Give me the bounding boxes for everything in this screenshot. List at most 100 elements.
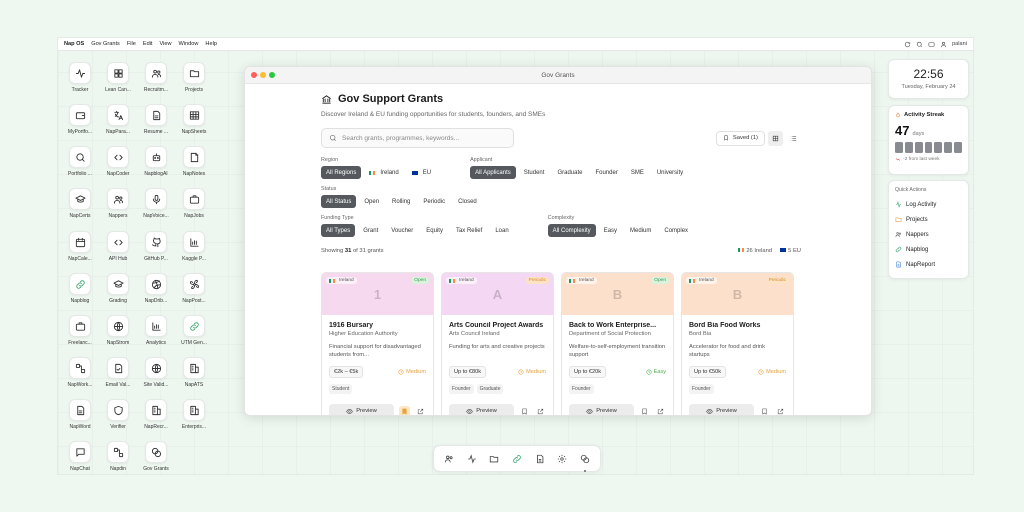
desktop-app-napvoice[interactable]: NapVoice...: [135, 188, 177, 219]
app-tile[interactable]: [183, 315, 205, 337]
filter-chip-complexity-complex[interactable]: Complex: [659, 224, 693, 237]
app-tile[interactable]: [107, 231, 129, 253]
app-tile[interactable]: [107, 441, 129, 463]
desktop-app-enterpris[interactable]: Enterpris...: [173, 399, 215, 430]
filter-chip-funding-type-equity[interactable]: Equity: [421, 224, 448, 237]
preview-button[interactable]: Preview: [569, 404, 634, 415]
bookmark-button[interactable]: [399, 405, 410, 415]
grant-card[interactable]: Ireland Periodic A Arts Council Project Awa…: [441, 272, 554, 416]
dock-nappers[interactable]: [441, 451, 457, 467]
filter-chip-status-all-status[interactable]: All Status: [321, 195, 357, 208]
filter-chip-applicant-sme[interactable]: SME: [626, 166, 649, 179]
desktop-app-grading[interactable]: Grading: [97, 273, 139, 304]
menu-item-app[interactable]: Gov Grants: [91, 41, 120, 47]
menu-item-help[interactable]: Help: [205, 41, 217, 47]
app-tile[interactable]: [145, 62, 167, 84]
preview-button[interactable]: Preview: [329, 404, 394, 415]
desktop-app-utm-gen[interactable]: UTM Gen...: [173, 315, 215, 346]
app-tile[interactable]: [69, 357, 91, 379]
app-tile[interactable]: [107, 315, 129, 337]
app-tile[interactable]: [183, 146, 205, 168]
preview-button[interactable]: Preview: [449, 404, 514, 415]
desktop-app-projects[interactable]: Projects: [173, 62, 215, 93]
maximize-window-button[interactable]: [269, 72, 275, 78]
filter-chip-funding-type-voucher[interactable]: Voucher: [386, 224, 418, 237]
bookmark-button[interactable]: [639, 406, 650, 416]
app-tile[interactable]: [107, 188, 129, 210]
app-tile[interactable]: [69, 104, 91, 126]
filter-chip-region-ireland[interactable]: Ireland: [364, 166, 403, 179]
card-title[interactable]: Bord Bia Food Works: [689, 322, 786, 329]
external-link-button[interactable]: [535, 406, 546, 416]
bookmark-button[interactable]: [519, 406, 530, 416]
desktop-app-napstrom[interactable]: NapStrom: [97, 315, 139, 346]
list-view-button[interactable]: [786, 131, 801, 146]
filter-chip-region-eu[interactable]: EU: [407, 166, 436, 179]
app-tile[interactable]: [69, 441, 91, 463]
desktop-app-napblogai[interactable]: NapblogAI: [135, 146, 177, 177]
filter-chip-applicant-founder[interactable]: Founder: [590, 166, 622, 179]
desktop-app-portfolio[interactable]: Portfolio ...: [59, 146, 101, 177]
filter-chip-complexity-all-complexity[interactable]: All Complexity: [547, 224, 596, 237]
desktop-app-nappost[interactable]: NapPost...: [173, 273, 215, 304]
window-titlebar[interactable]: Gov Grants: [245, 67, 871, 84]
filter-chip-applicant-university[interactable]: University: [652, 166, 688, 179]
app-tile[interactable]: [145, 146, 167, 168]
desktop-app-resume[interactable]: Resume ...: [135, 104, 177, 135]
app-tile[interactable]: [69, 146, 91, 168]
app-tile[interactable]: [183, 62, 205, 84]
app-tile[interactable]: [107, 357, 129, 379]
desktop-app-analytics[interactable]: Analytics: [135, 315, 177, 346]
desktop-app-napword[interactable]: NapWord: [59, 399, 101, 430]
app-tile[interactable]: [145, 231, 167, 253]
desktop-app-verifier[interactable]: Verifier: [97, 399, 139, 430]
desktop-app-myportfo[interactable]: MyPortfo...: [59, 104, 101, 135]
external-link-button[interactable]: [655, 406, 666, 416]
refresh-icon[interactable]: [904, 41, 911, 48]
dock-napblog[interactable]: [509, 451, 525, 467]
app-tile[interactable]: [107, 273, 129, 295]
grant-card[interactable]: Ireland Open 1 1916 Bursary Higher Education…: [321, 272, 434, 415]
app-tile[interactable]: [69, 315, 91, 337]
app-tile[interactable]: [107, 62, 129, 84]
desktop-app-email-val[interactable]: Email Val...: [97, 357, 139, 388]
app-tile[interactable]: [183, 188, 205, 210]
desktop-app-napnotes[interactable]: NapNotes: [173, 146, 215, 177]
dock-documents[interactable]: [532, 451, 548, 467]
command-icon[interactable]: [928, 41, 935, 48]
dock-settings[interactable]: [554, 451, 570, 467]
user-icon[interactable]: [940, 41, 947, 48]
desktop-app-naprecr[interactable]: NapRecr...: [135, 399, 177, 430]
app-tile[interactable]: [145, 273, 167, 295]
filter-chip-funding-type-all-types[interactable]: All Types: [321, 224, 356, 237]
filter-chip-funding-type-tax-relief[interactable]: Tax Relief: [451, 224, 487, 237]
desktop-app-napwork[interactable]: NapWork...: [59, 357, 101, 388]
desktop-app-napcoder[interactable]: NapCoder: [97, 146, 139, 177]
desktop-app-napsheets[interactable]: NapSheets: [173, 104, 215, 135]
app-tile[interactable]: [107, 104, 129, 126]
desktop-app-nappers[interactable]: Nappers: [97, 188, 139, 219]
quick-action-napreport[interactable]: NapReport: [895, 261, 962, 268]
menu-item-file[interactable]: File: [127, 41, 136, 47]
saved-button[interactable]: Saved (1): [715, 130, 765, 146]
filter-chip-funding-type-loan[interactable]: Loan: [490, 224, 513, 237]
app-tile[interactable]: [69, 231, 91, 253]
desktop-app-napblog[interactable]: Napblog: [59, 273, 101, 304]
minimize-window-button[interactable]: [260, 72, 266, 78]
grid-view-button[interactable]: [768, 130, 783, 146]
desktop-app-site-valid[interactable]: Site Valid...: [135, 357, 177, 388]
desktop-app-recruitm[interactable]: Recruitm...: [135, 62, 177, 93]
desktop-app-lean-can[interactable]: Lean Can...: [97, 62, 139, 93]
preview-button[interactable]: Preview: [689, 404, 754, 415]
app-tile[interactable]: [145, 441, 167, 463]
desktop-app-gov-grants[interactable]: Gov Grants: [135, 441, 177, 472]
filter-chip-complexity-medium[interactable]: Medium: [625, 224, 656, 237]
app-tile[interactable]: [107, 399, 129, 421]
app-tile[interactable]: [145, 357, 167, 379]
app-tile[interactable]: [183, 104, 205, 126]
desktop-app-nappara[interactable]: NapPara...: [97, 104, 139, 135]
search-box[interactable]: [321, 128, 514, 148]
quick-action-log-activity[interactable]: Log Activity: [895, 201, 962, 208]
app-tile[interactable]: [69, 399, 91, 421]
card-title[interactable]: 1916 Bursary: [329, 322, 426, 329]
